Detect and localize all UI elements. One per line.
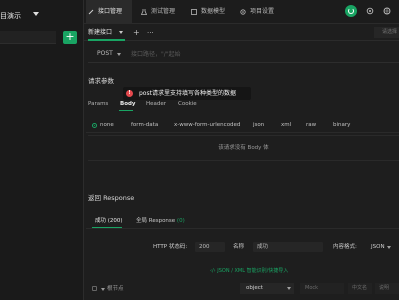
tab-label: 全局 Response bbox=[136, 218, 176, 224]
gear-icon[interactable] bbox=[366, 7, 374, 15]
body-type-none[interactable]: none bbox=[100, 117, 114, 133]
request-tab-bar bbox=[84, 25, 399, 41]
request-params-title: 请求参数 bbox=[88, 77, 114, 85]
body-type-xml[interactable]: xml bbox=[281, 117, 291, 133]
globe-icon[interactable] bbox=[383, 7, 391, 15]
more-tabs-button[interactable]: ··· bbox=[147, 25, 154, 41]
link-icon bbox=[88, 9, 94, 15]
body-type-urlencoded[interactable]: x-www-form-urlencoded bbox=[174, 117, 240, 133]
gear-icon bbox=[240, 9, 246, 15]
empty-body-text: 该请求没有 Body 体 bbox=[218, 145, 269, 151]
name-label: 名称 bbox=[233, 244, 245, 250]
divider bbox=[88, 62, 399, 63]
chevron-down-icon[interactable] bbox=[117, 53, 121, 56]
checkbox[interactable] bbox=[92, 286, 97, 291]
tab-label: 测试管理 bbox=[151, 8, 176, 15]
tooltip: ! post请求里支持填写各种类型的数据 bbox=[123, 87, 251, 100]
tab-global-response[interactable]: 全局 Response (0) bbox=[136, 216, 185, 226]
sync-icon[interactable] bbox=[345, 5, 357, 17]
import-link[interactable]: ‹/› JSON / XML 智能识别/快捷导入 bbox=[210, 266, 288, 276]
tab-project-settings[interactable]: 项目设置 bbox=[238, 0, 288, 24]
add-tab-button[interactable]: + bbox=[133, 25, 140, 41]
import-link-text: JSON / XML 智能识别/快捷导入 bbox=[217, 268, 289, 274]
divider bbox=[86, 228, 399, 229]
tooltip-text: post请求里支持填写各种类型的数据 bbox=[139, 90, 236, 97]
active-tab-indicator bbox=[119, 110, 133, 111]
root-node-label: 根节点 bbox=[107, 286, 124, 292]
body-type-raw[interactable]: raw bbox=[306, 117, 316, 133]
mock-input[interactable]: Mock bbox=[300, 283, 344, 294]
name-input[interactable]: 成功 bbox=[253, 242, 323, 252]
url-input[interactable] bbox=[126, 47, 399, 61]
cube-icon bbox=[191, 9, 197, 15]
tab-body[interactable]: Body bbox=[120, 99, 136, 109]
tab-response-success[interactable]: 成功 (200) bbox=[95, 216, 123, 226]
chevron-down-icon[interactable] bbox=[287, 287, 291, 290]
chevron-down-icon[interactable] bbox=[33, 12, 39, 16]
body-type-json[interactable]: json bbox=[253, 117, 264, 133]
chinese-name-input[interactable]: 中文名 bbox=[348, 283, 372, 294]
tab-data-model[interactable]: 数据模型 bbox=[189, 0, 239, 24]
format-label: 内容格式: bbox=[333, 244, 357, 250]
tab-api-management[interactable]: 接口管理 bbox=[86, 0, 132, 24]
tab-cookie[interactable]: Cookie bbox=[178, 99, 197, 109]
tab-label: 数据模型 bbox=[201, 8, 226, 15]
warning-icon: ! bbox=[126, 90, 133, 97]
response-title: 返回 Response bbox=[88, 194, 135, 202]
tab-params[interactable]: Params bbox=[88, 99, 108, 109]
tab-label: 接口管理 bbox=[98, 8, 123, 15]
status-code-label: HTTP 状态码: bbox=[153, 244, 188, 250]
description-input[interactable]: 说明 bbox=[375, 283, 399, 294]
tab-test-management[interactable]: 测试管理 bbox=[139, 0, 187, 24]
format-select[interactable]: JSON bbox=[371, 242, 385, 252]
flask-icon bbox=[141, 9, 147, 15]
active-tab-indicator bbox=[88, 39, 125, 41]
body-type-form-data[interactable]: form-data bbox=[131, 117, 158, 133]
chevron-down-icon[interactable] bbox=[119, 31, 123, 34]
body-type-binary[interactable]: binary bbox=[333, 117, 350, 133]
response-count: (0) bbox=[176, 218, 185, 224]
tab-header[interactable]: Header bbox=[146, 99, 166, 109]
environment-select[interactable]: 请选择 bbox=[374, 27, 399, 38]
chevron-down-icon[interactable] bbox=[387, 246, 391, 249]
sidebar-search-input[interactable] bbox=[0, 31, 56, 44]
chevron-down-icon[interactable] bbox=[101, 288, 105, 291]
sidebar bbox=[0, 0, 84, 300]
type-select[interactable]: object bbox=[240, 283, 294, 294]
project-title[interactable]: 目演示 bbox=[0, 11, 21, 21]
tab-label: 项目设置 bbox=[250, 8, 275, 15]
add-button[interactable]: + bbox=[63, 31, 77, 44]
status-code-input[interactable]: 200 bbox=[195, 242, 225, 252]
radio-none[interactable] bbox=[92, 123, 97, 128]
